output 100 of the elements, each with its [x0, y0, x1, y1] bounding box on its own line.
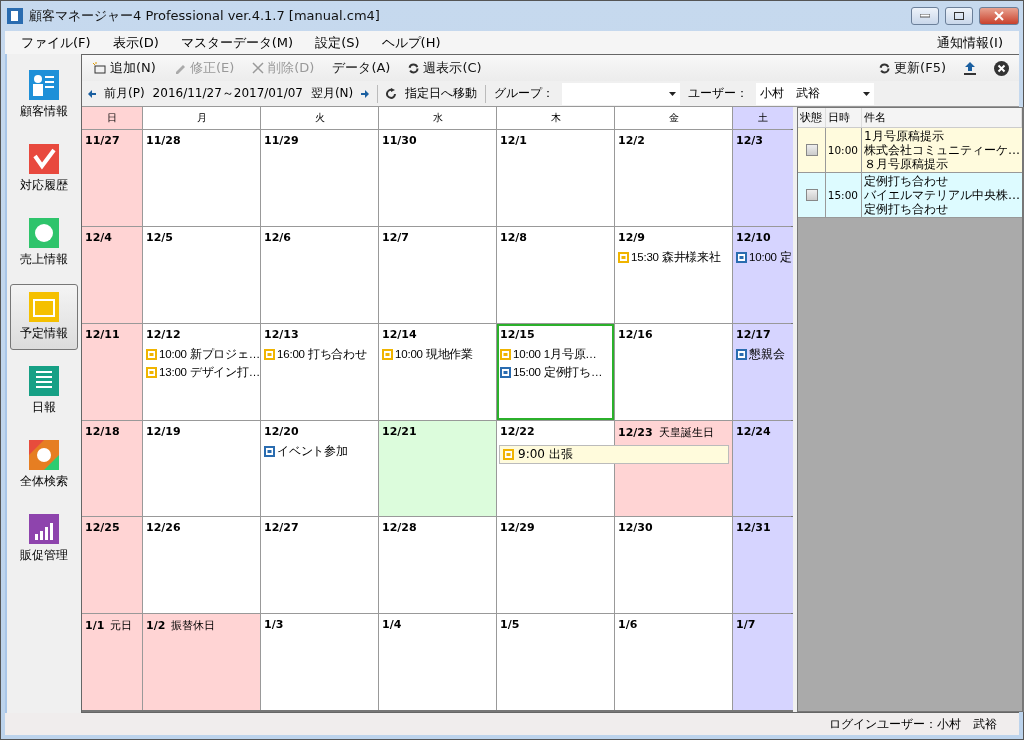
table-cell-text: 1月号原稿提示 [864, 129, 945, 143]
date-label: 1/1 [85, 619, 105, 633]
day-cell[interactable]: 12/13 16:00 打ち合わせ [261, 323, 378, 420]
day-cell[interactable]: 12/5 [143, 226, 260, 323]
weekday-header: 日 [82, 107, 142, 129]
table-cell: 10:00 [826, 128, 862, 172]
day-cell[interactable]: 1/2 振替休日 [143, 614, 260, 710]
day-cell[interactable]: 12/11 [82, 323, 142, 420]
day-cell[interactable]: 1/1 元日 [82, 614, 142, 710]
date-label: 12/15 [500, 327, 535, 341]
toolbar-button[interactable]: 週表示(C) [408, 59, 482, 77]
day-cell[interactable]: 12/19 [143, 420, 260, 517]
date-label: 12/4 [85, 230, 112, 244]
menu-item[interactable]: 表示(D) [112, 33, 159, 52]
day-cell[interactable]: 12/3 [733, 130, 793, 226]
day-cell[interactable]: 12/6 [261, 226, 378, 323]
day-cell[interactable]: 12/28 [379, 517, 496, 614]
day-cell[interactable]: 12/7 [379, 226, 496, 323]
day-cell[interactable]: 12/8 [497, 226, 614, 323]
sidebar-item[interactable]: 販促管理 [10, 506, 78, 572]
day-cell[interactable]: 12/26 [143, 517, 260, 614]
day-cell[interactable]: 12/25 [82, 517, 142, 614]
event-item[interactable]: 10:00 新プロジェ… [146, 346, 257, 362]
date-label: 12/23 [618, 425, 653, 439]
weekday-header: 木 [497, 107, 614, 129]
column-header: 日時 [826, 108, 862, 127]
toolbar-button[interactable]: 追加(N) [92, 59, 156, 77]
day-cell[interactable]: 12/18 [82, 420, 142, 517]
date-label: 12/27 [264, 521, 299, 535]
event-item[interactable]: イベント参加 [264, 443, 375, 459]
event-item[interactable]: 10:00 1月号原… [500, 346, 611, 362]
day-cell[interactable]: 12/21 [379, 420, 496, 517]
date-label: 12/1 [500, 134, 527, 147]
day-cell[interactable]: 1/4 [379, 614, 496, 710]
day-cell[interactable]: 12/27 [261, 517, 378, 614]
day-cell[interactable]: 12/24 [733, 420, 793, 517]
event-item[interactable]: 15:00 定例打ち… [500, 364, 611, 380]
day-cell[interactable]: 12/29 [497, 517, 614, 614]
event-item[interactable]: 13:00 デザイン打… [146, 364, 257, 380]
menu-item[interactable]: ファイル(F) [21, 33, 91, 52]
date-label: 1/5 [500, 618, 520, 632]
day-cell[interactable]: 12/10 10:00 定 [733, 226, 793, 323]
prev-month-button[interactable]: 前月(P) [104, 85, 145, 102]
day-cell[interactable]: 1/3 [261, 614, 378, 710]
date-range: 2016/11/27～2017/01/07 [152, 85, 303, 102]
refresh-button[interactable]: 更新(F5) [879, 59, 946, 77]
menu-item[interactable]: 設定(S) [315, 33, 360, 52]
sidebar-item[interactable]: 予定情報 [10, 284, 78, 350]
weekday-header: 月 [143, 107, 260, 129]
event-item[interactable]: 10:00 定 [736, 249, 790, 265]
event-item[interactable]: 10:00 現地作業 [382, 346, 493, 362]
date-label: 12/20 [264, 424, 299, 438]
day-cell[interactable]: 1/7 [733, 614, 793, 710]
day-cell[interactable]: 12/16 [615, 323, 732, 420]
day-cell[interactable]: 12/4 [82, 226, 142, 323]
toolbar-button[interactable]: データ(A) [332, 59, 391, 77]
date-label: 12/17 [736, 327, 771, 341]
column-header: 件名 [862, 108, 1022, 127]
group-label: グループ： [494, 85, 555, 102]
day-cell[interactable]: 12/2 [615, 130, 732, 226]
day-cell[interactable]: 11/27 [82, 130, 142, 226]
day-cell[interactable]: 11/30 [379, 130, 496, 226]
day-cell[interactable]: 11/29 [261, 130, 378, 226]
day-cell[interactable]: 11/28 [143, 130, 260, 226]
event-item[interactable]: 16:00 打ち合わせ [264, 346, 375, 362]
weekday-header: 金 [615, 107, 732, 129]
day-cell[interactable]: 12/1 [497, 130, 614, 226]
day-cell[interactable]: 1/6 [615, 614, 732, 710]
sidebar-item[interactable]: 日報 [10, 358, 78, 424]
date-label: 1/7 [736, 618, 756, 632]
day-cell[interactable]: 12/20 イベント参加 [261, 420, 378, 517]
menu-item[interactable]: 通知情報(I) [937, 33, 1003, 52]
sidebar-item[interactable]: 全体検索 [10, 432, 78, 498]
menu-item[interactable]: ヘルプ(H) [381, 33, 441, 52]
event-item[interactable]: 15:30 森井様来社 [618, 249, 729, 265]
day-cell[interactable]: 12/17 懇親会 [733, 323, 793, 420]
date-label: 11/28 [146, 134, 181, 147]
sidebar-item[interactable]: 売上情報 [10, 210, 78, 276]
holiday-label: 天皇誕生日 [658, 424, 714, 440]
sidebar-item[interactable]: 顧客情報 [10, 62, 78, 128]
goto-date-button[interactable]: 指定日へ移動 [405, 85, 478, 102]
user-dropdown[interactable]: 小村 武裕 [756, 82, 875, 105]
date-label: 12/13 [264, 327, 299, 341]
menu-item[interactable]: マスターデータ(M) [180, 33, 294, 52]
day-cell[interactable]: 12/15 10:00 1月号原… 15:00 定例打ち… [497, 323, 614, 420]
date-label: 11/27 [85, 134, 120, 147]
weekday-header: 火 [261, 107, 378, 129]
day-cell[interactable]: 12/31 [733, 517, 793, 614]
table-cell-text: 定例打ち合わせ [864, 174, 949, 188]
day-cell[interactable]: 1/5 [497, 614, 614, 710]
column-header: 状態 [798, 108, 826, 127]
day-cell[interactable]: 12/14 10:00 現地作業 [379, 323, 496, 420]
day-cell[interactable]: 12/30 [615, 517, 732, 614]
table-cell-text: 定例打ち合わせ [864, 202, 949, 216]
event-item[interactable]: 懇親会 [736, 346, 790, 362]
day-cell[interactable]: 12/9 15:30 森井様来社 [615, 226, 732, 323]
next-month-button[interactable]: 翌月(N) [310, 85, 354, 102]
sidebar-item[interactable]: 対応履歴 [10, 136, 78, 202]
table-cell: 15:00 [826, 173, 862, 217]
day-cell[interactable]: 12/12 10:00 新プロジェ… 13:00 デザイン打… [143, 323, 260, 420]
